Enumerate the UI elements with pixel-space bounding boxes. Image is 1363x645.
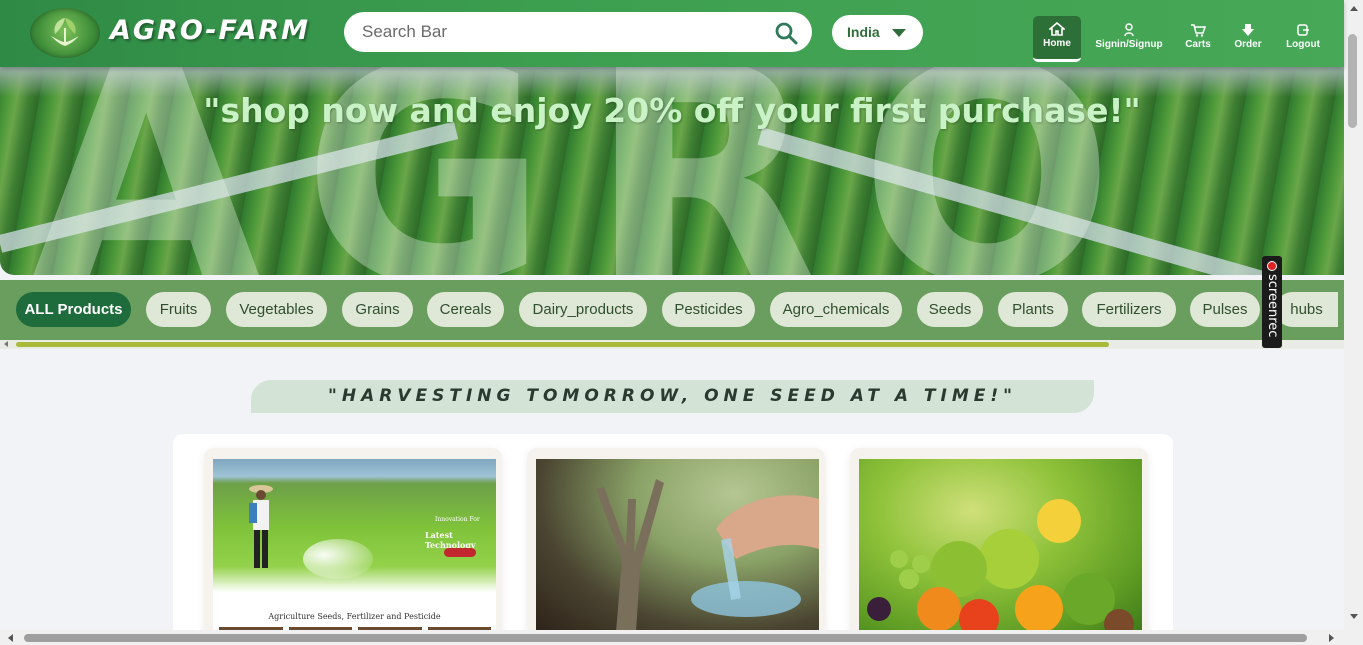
chevron-down-icon	[892, 29, 906, 37]
scroll-right-icon[interactable]	[1329, 634, 1334, 642]
nav-logout[interactable]: Logout	[1284, 17, 1322, 63]
order-icon	[1242, 24, 1254, 36]
tagline: "HARVESTING TOMORROW, ONE SEED AT A TIME…	[251, 380, 1094, 413]
search-icon[interactable]	[774, 21, 798, 45]
category-vegetables[interactable]: Vegetables	[226, 292, 327, 327]
horizontal-scrollbar[interactable]	[0, 630, 1363, 645]
tree-and-hand	[596, 479, 819, 632]
card-image-fertilizer[interactable]	[536, 459, 819, 632]
home-icon	[1049, 22, 1065, 36]
nav-home[interactable]: Home	[1033, 16, 1081, 62]
category-plants[interactable]: Plants	[998, 292, 1068, 327]
category-cereals[interactable]: Cereals	[427, 292, 504, 327]
card-image-fruits[interactable]	[859, 459, 1142, 632]
fruit-basket	[867, 499, 1134, 632]
country-select[interactable]: India	[832, 15, 923, 50]
card-image-farmer[interactable]: Innovation For Latest Technology Agricul…	[213, 459, 496, 632]
scroll-left-icon[interactable]	[8, 634, 13, 642]
category-seeds[interactable]: Seeds	[917, 292, 983, 327]
nav-logout-label: Logout	[1286, 39, 1320, 50]
category-pulses[interactable]: Pulses	[1190, 292, 1260, 327]
register-button[interactable]	[444, 548, 476, 557]
hero-banner: AGRO "shop now and enjoy 20% off your fi…	[0, 67, 1344, 275]
country-label: India	[847, 24, 880, 40]
category-fruits[interactable]: Fruits	[146, 292, 211, 327]
category-scroll-thumb[interactable]	[16, 342, 1109, 347]
category-bar: ALL Products Fruits Vegetables Grains Ce…	[0, 280, 1344, 340]
category-agro-chemicals[interactable]: Agro_chemicals	[770, 292, 902, 327]
category-scrollbar[interactable]	[0, 340, 1344, 349]
card-overlay-small: Innovation For	[435, 516, 480, 523]
nav-carts[interactable]: Carts	[1183, 17, 1213, 63]
category-fertilizers[interactable]: Fertilizers	[1082, 292, 1176, 327]
nav-signin-signup[interactable]: Signin/Signup	[1093, 17, 1165, 63]
scroll-left-icon[interactable]	[4, 341, 8, 347]
nav-carts-label: Carts	[1185, 39, 1211, 50]
logo[interactable]	[30, 8, 100, 58]
scroll-down-icon[interactable]	[1350, 614, 1358, 619]
brand-title: AGRO-FARM	[110, 15, 311, 46]
card-overlay-title: Latest Technology	[425, 530, 476, 550]
spray-mist	[303, 539, 373, 579]
category-grains[interactable]: Grains	[342, 292, 413, 327]
vertical-scrollbar[interactable]	[1344, 0, 1363, 630]
leaf-hands-icon	[51, 18, 79, 46]
category-all-products[interactable]: ALL Products	[16, 292, 131, 327]
vertical-scroll-thumb[interactable]	[1348, 34, 1357, 128]
scroll-up-icon[interactable]	[1350, 6, 1358, 11]
nav-signin-label: Signin/Signup	[1095, 39, 1163, 50]
farmer-figure	[249, 485, 273, 568]
category-pesticides[interactable]: Pesticides	[662, 292, 755, 327]
screenrec-widget[interactable]: screenrec	[1262, 256, 1282, 348]
logout-icon	[1297, 24, 1309, 36]
category-dairy-products[interactable]: Dairy_products	[519, 292, 647, 327]
screenrec-label: screenrec	[1265, 274, 1280, 338]
user-icon	[1124, 23, 1134, 37]
top-header: AGRO-FARM India Home Signin/Signup Carts	[0, 0, 1344, 67]
cart-icon	[1191, 24, 1206, 37]
promo-text: "shop now and enjoy 20% off your first p…	[203, 91, 1141, 130]
search-input[interactable]	[362, 12, 762, 52]
search-bar[interactable]	[344, 12, 812, 52]
record-icon	[1267, 261, 1277, 271]
nav-home-label: Home	[1043, 38, 1071, 49]
category-hubs[interactable]: hubs	[1275, 292, 1338, 327]
horizontal-scroll-thumb[interactable]	[24, 634, 1307, 642]
nav-order-label: Order	[1234, 39, 1262, 50]
card-caption: Agriculture Seeds, Fertilizer and Pestic…	[268, 612, 441, 621]
nav-order[interactable]: Order	[1232, 17, 1264, 63]
